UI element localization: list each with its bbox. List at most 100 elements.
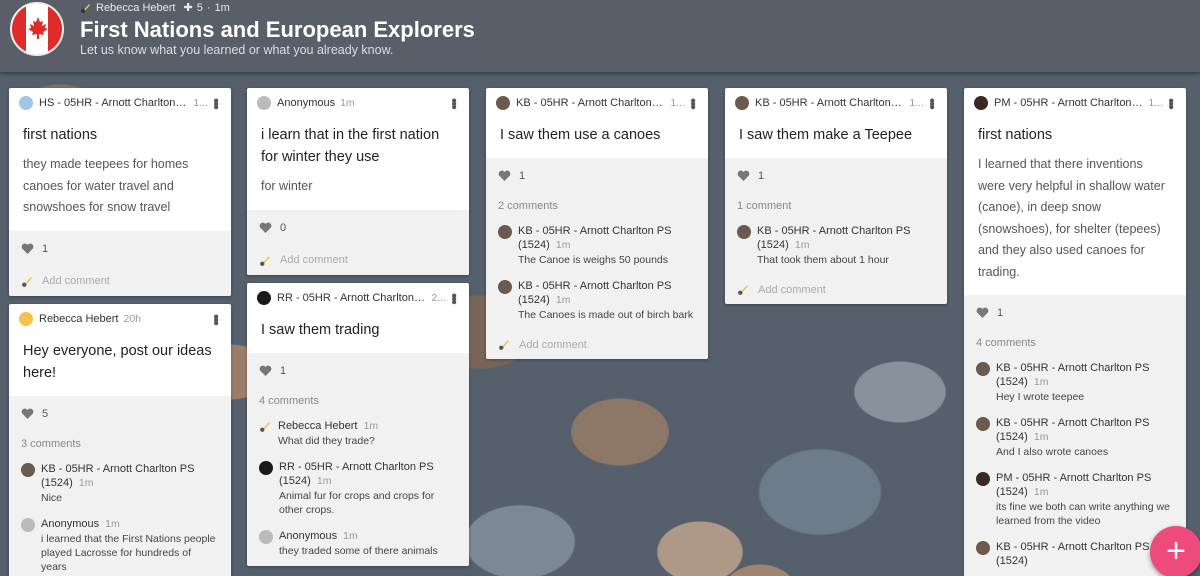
- post-card[interactable]: Anonymous 1m ••• i learn that in the fir…: [247, 88, 469, 275]
- board-time: 1m: [214, 1, 230, 14]
- comment-time: 1m: [316, 474, 332, 487]
- commenter-avatar-icon: [22, 276, 32, 287]
- heart-icon[interactable]: [21, 243, 34, 255]
- add-comment-placeholder: Add comment: [280, 254, 348, 266]
- add-comment-field[interactable]: Add comment: [21, 275, 219, 288]
- commenter-avatar: [21, 517, 35, 532]
- like-count: 5: [42, 407, 49, 420]
- add-comment-field[interactable]: Add comment: [737, 283, 935, 296]
- post-header: KB - 05HR - Arnott Charlton PS (... 1...…: [725, 88, 947, 118]
- post-title: Hey everyone, post our ideas here!: [23, 342, 212, 381]
- post-title: I saw them use a canoes: [500, 127, 661, 143]
- more-options-icon[interactable]: •••: [207, 98, 224, 108]
- more-options-icon[interactable]: •••: [923, 98, 940, 108]
- post-title: first nations: [978, 127, 1053, 143]
- author-avatar: [19, 311, 33, 326]
- post-body: I learned that there inventions were ver…: [978, 157, 1165, 279]
- commenter-avatar: [976, 362, 990, 376]
- post-time: 1...: [670, 97, 685, 109]
- comment-item: Anonymous 1m i learned that the First Na…: [21, 517, 219, 574]
- post-author: Anonymous: [277, 97, 336, 109]
- comment-item: KB - 05HR - Arnott Charlton PS (1524) 1m…: [498, 279, 696, 322]
- like-count: 1: [280, 364, 287, 377]
- comment-count: 4 comments: [259, 394, 319, 407]
- heart-icon[interactable]: [259, 365, 272, 377]
- comment-count: 4 comments: [976, 337, 1036, 349]
- post-header: RR - 05HR - Arnott Charlton PS (... 2...…: [247, 283, 469, 313]
- post-author: PM - 05HR - Arnott Charlton PS (...: [994, 97, 1143, 109]
- board-column: KB - 05HR - Arnott Charlton PS (... 1...…: [486, 88, 708, 367]
- post-body: they made teepees for homes canoes for w…: [23, 157, 189, 214]
- board-separator: ·: [206, 1, 211, 14]
- comment-count: 3 comments: [21, 437, 81, 450]
- add-comment-placeholder: Add comment: [42, 275, 110, 287]
- commenter-avatar-icon: [738, 285, 748, 295]
- post-time: 20h: [123, 312, 142, 325]
- like-row: 1: [976, 303, 1174, 323]
- comment-text: they traded some of there animals: [279, 544, 438, 557]
- like-row: 1: [21, 239, 219, 259]
- post-time: 1...: [1148, 97, 1163, 109]
- heart-icon[interactable]: [21, 408, 34, 420]
- author-avatar: [735, 96, 749, 110]
- post-card[interactable]: PM - 05HR - Arnott Charlton PS (... 1...…: [964, 88, 1186, 576]
- comment-text: its fine we both can write anything we l…: [996, 501, 1170, 527]
- comment-time: 1m: [555, 294, 571, 306]
- board-subtitle: Let us know what you learned or what you…: [80, 43, 394, 57]
- more-options-icon[interactable]: •••: [1162, 98, 1179, 108]
- like-count: 1: [997, 307, 1004, 319]
- commenter-avatar: [498, 280, 512, 294]
- post-footer: 5 3 comments KB - 05HR - Arnott Charlton …: [9, 395, 231, 576]
- more-options-icon[interactable]: •••: [207, 314, 224, 324]
- like-count: 0: [280, 221, 287, 234]
- board-column: Anonymous 1m ••• i learn that in the fir…: [247, 88, 469, 574]
- commenter-avatar: [259, 529, 273, 544]
- post-title: I saw them trading: [261, 321, 380, 338]
- heart-icon[interactable]: [498, 170, 511, 182]
- more-options-icon[interactable]: •••: [445, 98, 462, 108]
- comment-item: Rebecca Hebert 1m What did they trade?: [259, 419, 457, 448]
- board-meta: Rebecca Hebert ✚ 5 · 1m: [80, 1, 230, 14]
- comment-author: KB - 05HR - Arnott Charlton PS (1524): [996, 417, 1150, 443]
- comment-count: 1 comment: [737, 200, 792, 212]
- like-row: 5: [21, 404, 219, 424]
- comment-author: Rebecca Hebert: [278, 419, 358, 432]
- comment-author: KB - 05HR - Arnott Charlton PS (1524): [996, 362, 1150, 388]
- board-author: Rebecca Hebert: [96, 1, 176, 14]
- author-avatar: [496, 96, 510, 110]
- add-comment-field[interactable]: Add comment: [259, 254, 457, 267]
- post-card[interactable]: KB - 05HR - Arnott Charlton PS (... 1...…: [486, 88, 708, 359]
- post-time: 1...: [909, 97, 924, 109]
- post-author: KB - 05HR - Arnott Charlton PS (...: [755, 97, 904, 109]
- post-card[interactable]: RR - 05HR - Arnott Charlton PS (... 2...…: [247, 282, 469, 566]
- commenter-avatar-icon: [260, 421, 270, 432]
- post-time: 1m: [340, 97, 355, 109]
- add-comment-field[interactable]: Add comment: [498, 338, 696, 351]
- comment-author: KB - 05HR - Arnott Charlton PS (1524): [518, 280, 672, 306]
- heart-icon[interactable]: [976, 307, 989, 319]
- more-options-icon[interactable]: •••: [684, 98, 701, 108]
- like-row: 1: [498, 166, 696, 186]
- more-options-icon[interactable]: •••: [445, 293, 462, 303]
- heart-icon[interactable]: [737, 170, 750, 182]
- post-title: i learn that in the first nation for win…: [261, 127, 440, 165]
- post-author: RR - 05HR - Arnott Charlton PS (...: [277, 291, 426, 304]
- post-card[interactable]: KB - 05HR - Arnott Charlton PS (... 1...…: [725, 88, 947, 304]
- commenter-avatar-icon: [499, 340, 509, 350]
- post-time: 1...: [193, 97, 208, 109]
- comment-author: KB - 05HR - Arnott Charlton PS (1524): [996, 541, 1150, 567]
- board-column: PM - 05HR - Arnott Charlton PS (... 1...…: [964, 88, 1186, 576]
- author-avatar: [257, 290, 271, 305]
- post-title: I saw them make a Teepee: [739, 127, 913, 143]
- heart-icon[interactable]: [259, 222, 272, 234]
- post-card[interactable]: HS - 05HR - Arnott Charlton PS (... 1...…: [9, 88, 231, 296]
- comment-author: KB - 05HR - Arnott Charlton PS (1524): [518, 225, 672, 251]
- post-header: Rebecca Hebert 20h •••: [9, 304, 231, 334]
- post-card[interactable]: Rebecca Hebert 20h ••• Hey everyone, pos…: [9, 303, 231, 576]
- comment-item: KB - 05HR - Arnott Charlton PS (1524): [976, 540, 1174, 569]
- like-row: 1: [737, 166, 935, 186]
- post-footer: 1 Add comment: [9, 230, 231, 296]
- comment-author: Anonymous: [41, 517, 100, 530]
- add-post-button[interactable]: +: [1150, 526, 1200, 576]
- comment-text: And I also wrote canoes: [996, 446, 1109, 458]
